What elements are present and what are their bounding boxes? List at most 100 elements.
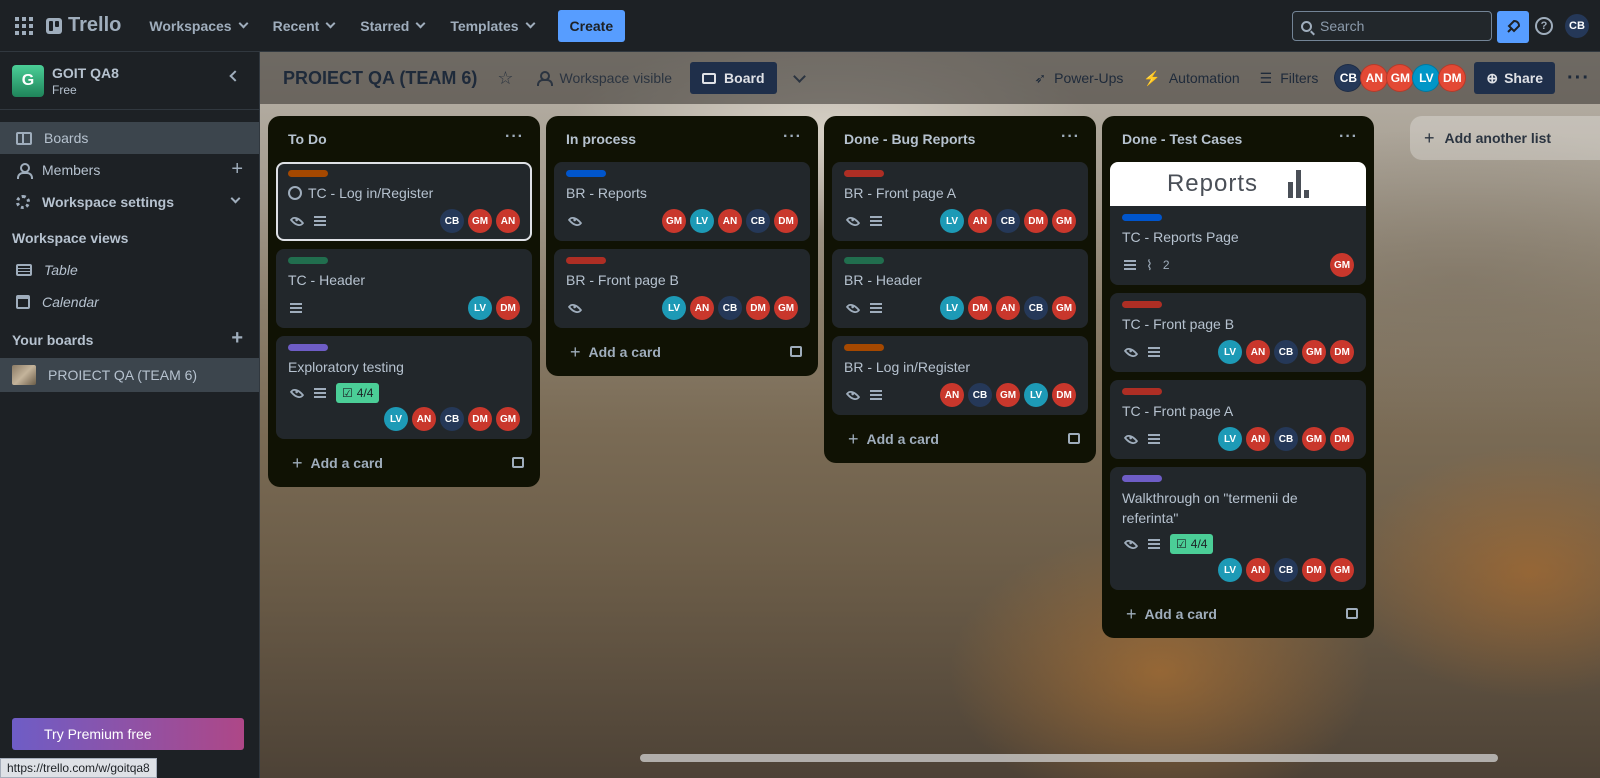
card[interactable]: TC - Reports Page ⌇ 2 GM xyxy=(1110,206,1366,285)
card-title[interactable]: TC - Front page A xyxy=(1122,401,1354,421)
sidebar-view-table[interactable]: Table xyxy=(0,254,259,286)
help-icon[interactable]: ? xyxy=(1535,17,1553,35)
card-title[interactable]: TC - Reports Page xyxy=(1122,227,1354,247)
member-avatar[interactable]: GM xyxy=(468,209,492,233)
member-avatar[interactable]: GM xyxy=(1052,209,1076,233)
card[interactable]: TC - Log in/Register CB GM AN xyxy=(276,162,532,241)
member-avatar[interactable]: CB xyxy=(968,383,992,407)
card-title[interactable]: TC - Header xyxy=(288,270,520,290)
card[interactable]: BR - Log in/Register AN CB GM LV DM xyxy=(832,336,1088,415)
card-title[interactable]: Exploratory testing xyxy=(288,357,520,377)
card-title[interactable]: BR - Header xyxy=(844,270,1076,290)
member-avatar[interactable]: GM xyxy=(1386,64,1415,92)
member-avatar[interactable]: AN xyxy=(940,383,964,407)
sidebar-item-boards[interactable]: Boards xyxy=(0,122,259,154)
member-avatar[interactable]: LV xyxy=(384,407,408,431)
member-avatar[interactable]: AN xyxy=(412,407,436,431)
card-title[interactable]: Walkthrough on "termenii de referinta" xyxy=(1122,488,1354,528)
member-avatar[interactable]: DM xyxy=(1024,209,1048,233)
member-avatar[interactable]: CB xyxy=(1274,558,1298,582)
member-avatar[interactable]: GM xyxy=(496,407,520,431)
automation-button[interactable]: ⚡ Automation xyxy=(1133,62,1249,94)
list-title[interactable]: Done - Bug Reports xyxy=(844,131,975,147)
member-avatar[interactable]: AN xyxy=(690,296,714,320)
member-avatar[interactable]: DM xyxy=(1052,383,1076,407)
list-menu-icon[interactable]: ··· xyxy=(505,128,524,146)
nav-starred-button[interactable]: Starred xyxy=(348,10,436,42)
member-avatar[interactable]: CB xyxy=(718,296,742,320)
card[interactable]: BR - Header LV DM AN CB GM xyxy=(832,249,1088,328)
member-avatar[interactable]: CB xyxy=(1024,296,1048,320)
add-card-button[interactable]: + Add a card xyxy=(554,336,810,368)
member-avatar[interactable]: GM xyxy=(662,209,686,233)
member-avatar[interactable]: LV xyxy=(1218,558,1242,582)
create-from-template-icon[interactable] xyxy=(1068,433,1080,444)
card-label[interactable] xyxy=(1122,388,1162,395)
list-menu-icon[interactable]: ··· xyxy=(1061,128,1080,146)
member-avatar[interactable]: DM xyxy=(746,296,770,320)
member-avatar[interactable]: AN xyxy=(1360,64,1389,92)
member-avatar[interactable]: AN xyxy=(996,296,1020,320)
member-avatar[interactable]: GM xyxy=(774,296,798,320)
member-avatar[interactable]: DM xyxy=(496,296,520,320)
card-label[interactable] xyxy=(1122,214,1162,221)
create-from-template-icon[interactable] xyxy=(790,346,802,357)
nav-recent-button[interactable]: Recent xyxy=(261,10,347,42)
collapse-sidebar-icon[interactable] xyxy=(229,70,241,82)
list-title[interactable]: Done - Test Cases xyxy=(1122,131,1242,147)
account-avatar[interactable]: CB xyxy=(1565,14,1589,38)
member-avatar[interactable]: AN xyxy=(496,209,520,233)
workspace-name[interactable]: GOIT QA8 xyxy=(52,65,119,81)
list-title[interactable]: To Do xyxy=(288,131,327,147)
member-avatar[interactable]: GM xyxy=(1330,253,1354,277)
card[interactable]: TC - Header LV DM xyxy=(276,249,532,328)
member-avatar[interactable]: CB xyxy=(1274,340,1298,364)
card-label[interactable] xyxy=(288,344,328,351)
card[interactable]: BR - Reports GM LV AN CB DM xyxy=(554,162,810,241)
app-switcher-icon[interactable] xyxy=(8,10,40,42)
try-premium-button[interactable]: Try Premium free xyxy=(12,718,244,750)
trello-logo[interactable]: Trello xyxy=(46,14,121,37)
member-avatar[interactable]: CB xyxy=(1274,427,1298,451)
add-another-list-button[interactable]: + Add another list xyxy=(1410,116,1600,160)
create-button[interactable]: Create xyxy=(557,9,626,42)
member-avatar[interactable]: AN xyxy=(1246,340,1270,364)
member-avatar[interactable]: LV xyxy=(690,209,714,233)
list-menu-icon[interactable]: ··· xyxy=(1339,128,1358,146)
create-from-template-icon[interactable] xyxy=(512,457,524,468)
card-label[interactable] xyxy=(844,170,884,177)
card-label[interactable] xyxy=(844,257,884,264)
member-avatar[interactable]: DM xyxy=(774,209,798,233)
card[interactable]: Exploratory testing ☑ 4/4 LV AN CB DM GM xyxy=(276,336,532,439)
card-label[interactable] xyxy=(566,170,606,177)
member-avatar[interactable]: DM xyxy=(1330,427,1354,451)
member-avatar[interactable]: LV xyxy=(1218,340,1242,364)
member-avatar[interactable]: CB xyxy=(1334,64,1363,92)
member-avatar[interactable]: GM xyxy=(1302,427,1326,451)
nav-templates-button[interactable]: Templates xyxy=(438,10,545,42)
card-title[interactable]: TC - Front page B xyxy=(1122,314,1354,334)
create-from-template-icon[interactable] xyxy=(1346,608,1358,619)
board-menu-icon[interactable]: ··· xyxy=(1567,67,1590,90)
card-title[interactable]: TC - Log in/Register xyxy=(288,183,520,203)
member-avatar[interactable]: GM xyxy=(1302,340,1326,364)
search-input[interactable]: Search xyxy=(1292,11,1492,41)
sidebar-item-members[interactable]: Members + xyxy=(0,154,259,186)
card-title[interactable]: BR - Front page A xyxy=(844,183,1076,203)
card[interactable]: TC - Front page B LV AN CB GM DM xyxy=(1110,293,1366,372)
card-cover[interactable]: Reports xyxy=(1110,162,1366,206)
member-avatar[interactable]: AN xyxy=(968,209,992,233)
member-avatar[interactable]: LV xyxy=(1412,64,1441,92)
power-ups-button[interactable]: ➶ Power-Ups xyxy=(1024,62,1133,94)
member-avatar[interactable]: DM xyxy=(468,407,492,431)
visibility-button[interactable]: Workspace visible xyxy=(527,62,682,94)
card-label[interactable] xyxy=(1122,475,1162,482)
list-title[interactable]: In process xyxy=(566,131,636,147)
member-avatar[interactable]: GM xyxy=(1330,558,1354,582)
member-avatar[interactable]: GM xyxy=(1052,296,1076,320)
scrollbar-thumb[interactable] xyxy=(640,754,1498,762)
member-avatar[interactable]: LV xyxy=(1024,383,1048,407)
card-label[interactable] xyxy=(844,344,884,351)
add-card-button[interactable]: + Add a card xyxy=(276,447,532,479)
card-title[interactable]: BR - Reports xyxy=(566,183,798,203)
